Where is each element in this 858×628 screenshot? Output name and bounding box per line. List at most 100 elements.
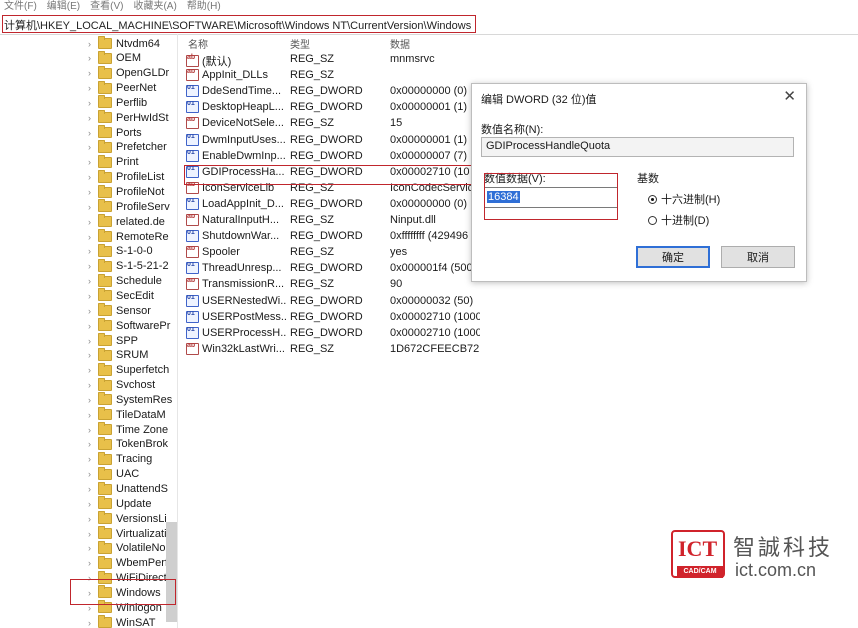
tree-item[interactable]: › Perflib	[88, 95, 176, 110]
tree-item[interactable]: › SecEdit	[88, 288, 176, 303]
tree-item[interactable]: › TokenBrok	[88, 436, 176, 452]
chevron-right-icon[interactable]: ›	[88, 306, 97, 316]
menu-help[interactable]: 帮助(H)	[187, 0, 221, 14]
tree-item[interactable]: › S-1-5-21-2	[88, 258, 176, 274]
chevron-right-icon[interactable]: ›	[88, 454, 97, 464]
tree-item[interactable]: › ProfileServ	[88, 199, 176, 214]
ok-button[interactable]: 确定	[636, 246, 710, 268]
tree-item[interactable]: › Virtualizati	[88, 526, 176, 541]
tree-item[interactable]: › OpenGLDr	[88, 65, 176, 81]
column-name-header[interactable]: 名称	[188, 36, 208, 51]
chevron-right-icon[interactable]: ›	[88, 113, 97, 123]
tree-item[interactable]: › ProfileNot	[88, 184, 176, 200]
tree-item[interactable]: › PeerNet	[88, 80, 176, 96]
menu-file[interactable]: 文件(F)	[4, 0, 37, 14]
menu-favorites[interactable]: 收藏夹(A)	[133, 0, 176, 14]
chevron-right-icon[interactable]: ›	[88, 350, 97, 360]
chevron-right-icon[interactable]: ›	[88, 395, 97, 405]
chevron-right-icon[interactable]: ›	[88, 276, 97, 286]
tree-item[interactable]: › S-1-0-0	[88, 243, 176, 259]
chevron-right-icon[interactable]: ›	[88, 142, 97, 152]
chevron-right-icon[interactable]: ›	[88, 514, 97, 524]
tree-item[interactable]: › Ports	[88, 125, 176, 140]
column-data-header[interactable]: 数据	[390, 36, 410, 51]
tree-item[interactable]: › VolatileNo	[88, 540, 176, 556]
cancel-button[interactable]: 取消	[721, 246, 795, 268]
chevron-right-icon[interactable]: ›	[88, 380, 97, 390]
tree-item[interactable]: › OEM	[88, 50, 176, 66]
value-row[interactable]: AppInit_DLLs REG_SZ	[180, 67, 660, 83]
tree-item[interactable]: › WinSAT	[88, 615, 176, 628]
tree-item[interactable]: › UnattendS	[88, 481, 176, 497]
value-row[interactable]: (默认)REG_SZmnmsrvc	[180, 51, 660, 68]
value-row[interactable]: USERPostMess... REG_DWORD 0x00002710 (1000…	[180, 309, 660, 325]
value-type-cell: REG_DWORD	[290, 294, 363, 307]
chevron-right-icon[interactable]: ›	[88, 499, 97, 509]
chevron-right-icon[interactable]: ›	[88, 98, 97, 108]
chevron-right-icon[interactable]: ›	[88, 39, 97, 49]
chevron-right-icon[interactable]: ›	[88, 336, 97, 346]
tree-item[interactable]: › RemoteRe	[88, 229, 176, 244]
tree-item[interactable]: › Schedule	[88, 273, 176, 289]
value-row[interactable]: USERProcessH... REG_DWORD 0x00002710 (1000…	[180, 325, 660, 341]
chevron-right-icon[interactable]: ›	[88, 558, 97, 568]
chevron-right-icon[interactable]: ›	[88, 484, 97, 494]
close-icon[interactable]: ✕	[783, 87, 796, 105]
chevron-right-icon[interactable]: ›	[88, 128, 97, 138]
tree-item[interactable]: › SPP	[88, 333, 176, 348]
chevron-right-icon[interactable]: ›	[88, 172, 97, 182]
chevron-right-icon[interactable]: ›	[88, 157, 97, 167]
tree-item[interactable]: › VersionsLi	[88, 511, 176, 526]
tree-item[interactable]: › Sensor	[88, 303, 176, 318]
chevron-right-icon[interactable]: ›	[88, 469, 97, 479]
tree-item[interactable]: › related.de	[88, 214, 176, 229]
chevron-right-icon[interactable]: ›	[88, 529, 97, 539]
dec-radio[interactable]: 十进制(D)	[648, 212, 709, 228]
chevron-right-icon[interactable]: ›	[88, 83, 97, 93]
chevron-right-icon[interactable]: ›	[88, 232, 97, 242]
tree-item[interactable]: › TileDataM	[88, 407, 176, 422]
chevron-right-icon[interactable]: ›	[88, 321, 97, 331]
tree-item[interactable]: › Prefetcher	[88, 139, 176, 155]
chevron-right-icon[interactable]: ›	[88, 618, 97, 628]
chevron-right-icon[interactable]: ›	[88, 425, 97, 435]
chevron-right-icon[interactable]: ›	[88, 217, 97, 227]
chevron-right-icon[interactable]: ›	[88, 187, 97, 197]
menu-edit[interactable]: 编辑(E)	[47, 0, 80, 14]
tree-scrollbar[interactable]	[166, 522, 177, 622]
tree-item[interactable]: › Update	[88, 496, 176, 511]
address-bar[interactable]: 计算机\HKEY_LOCAL_MACHINE\SOFTWARE\Microsof…	[0, 14, 858, 35]
tree-item[interactable]: › UAC	[88, 466, 176, 482]
value-row[interactable]: Win32kLastWri... REG_SZ 1D672CFEECB72F0	[180, 341, 660, 357]
tree-item[interactable]: › Ntvdm64	[88, 36, 176, 51]
folder-icon	[98, 273, 112, 287]
tree-item[interactable]: › SoftwarePr	[88, 318, 176, 333]
tree-item[interactable]: › Print	[88, 154, 176, 170]
chevron-right-icon[interactable]: ›	[88, 543, 97, 553]
chevron-right-icon[interactable]: ›	[88, 365, 97, 375]
hex-radio[interactable]: 十六进制(H)	[648, 191, 720, 207]
menu-view[interactable]: 查看(V)	[90, 0, 123, 14]
chevron-right-icon[interactable]: ›	[88, 291, 97, 301]
tree-item[interactable]: › Superfetch	[88, 362, 176, 378]
column-type-header[interactable]: 类型	[290, 36, 310, 51]
tree-item[interactable]: › SystemRes	[88, 392, 176, 407]
chevron-right-icon[interactable]: ›	[88, 439, 97, 449]
chevron-right-icon[interactable]: ›	[88, 202, 97, 212]
tree-item[interactable]: › ProfileList	[88, 169, 176, 185]
tree-item[interactable]: › Tracing	[88, 451, 176, 467]
chevron-right-icon[interactable]: ›	[88, 53, 97, 63]
tree-item[interactable]: › SRUM	[88, 347, 176, 363]
value-row[interactable]: USERNestedWi... REG_DWORD 0x00000032 (50)	[180, 293, 660, 309]
folder-icon	[98, 288, 112, 302]
hex-radio-dot[interactable]	[648, 194, 657, 204]
tree-item[interactable]: › Time Zone	[88, 422, 176, 437]
dec-radio-dot[interactable]	[648, 215, 657, 225]
tree-item[interactable]: › WbemPerf	[88, 555, 176, 571]
chevron-right-icon[interactable]: ›	[88, 68, 97, 78]
chevron-right-icon[interactable]: ›	[88, 261, 97, 271]
chevron-right-icon[interactable]: ›	[88, 410, 97, 420]
chevron-right-icon[interactable]: ›	[88, 246, 97, 256]
tree-item[interactable]: › Svchost	[88, 377, 176, 393]
tree-item[interactable]: › PerHwIdSt	[88, 110, 176, 125]
